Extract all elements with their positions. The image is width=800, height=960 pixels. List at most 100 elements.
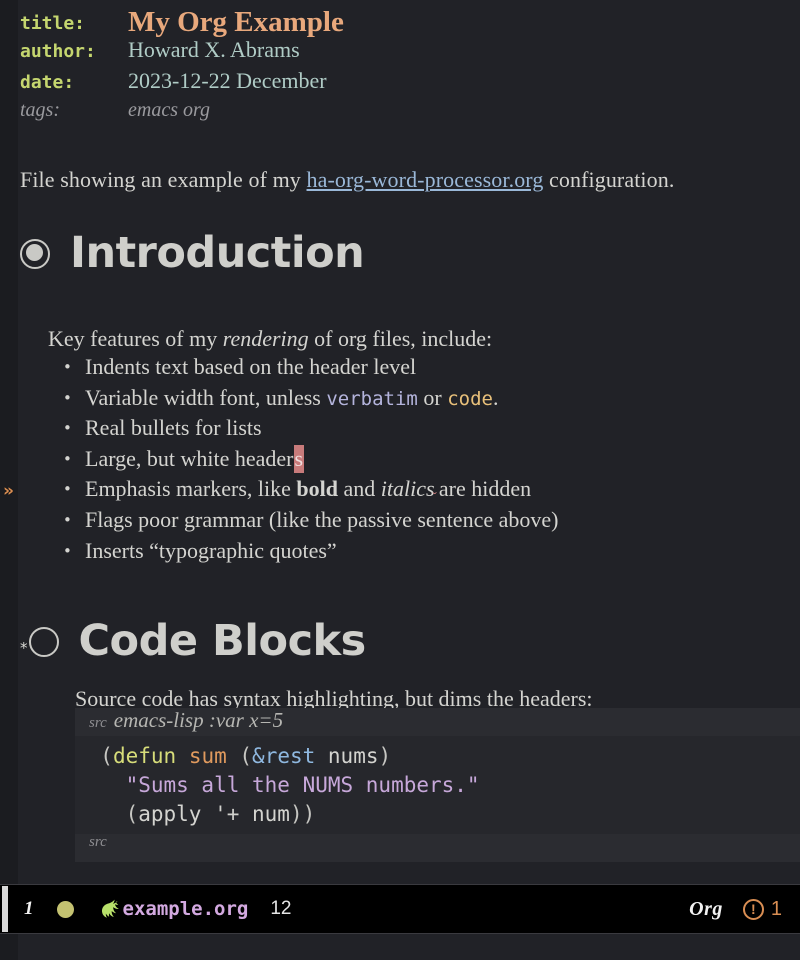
org-buffer[interactable]: title: My Org Example author: Howard X. … [18, 0, 800, 884]
org-link-ha-org-word-processor[interactable]: ha-org-word-processor.org [307, 167, 544, 192]
modeline-column-number: 12 [270, 898, 292, 919]
intro-text-before: File showing an example of my [20, 167, 307, 192]
src-block-end-line: src [75, 834, 800, 862]
key-features-paragraph: Key features of my rendering of org file… [48, 326, 492, 352]
keyword-row-tags: tags: emacs org [20, 99, 790, 130]
src-begin-keyword: src [89, 715, 107, 731]
list-item: • Inserts “typographic quotes” [63, 536, 558, 567]
heading-code-blocks-label: Code Blocks [78, 616, 367, 666]
code-token: ( [226, 744, 253, 768]
list-item-text: Inserts “typographic quotes” [85, 537, 337, 563]
modeline-window-number[interactable]: 1 [24, 898, 34, 920]
heading-bullet-filled-ring-icon [20, 238, 50, 269]
key-features-italic: rendering [222, 326, 309, 351]
keyword-row-title: title: My Org Example [20, 6, 790, 37]
list-item: • Indents text based on the header level [63, 352, 558, 383]
modeline-buffer-name[interactable]: example.org [123, 898, 249, 920]
list-bullet-icon: • [63, 388, 72, 407]
list-bullet-icon: • [63, 541, 72, 560]
bold-span: bold [296, 476, 338, 502]
list-item-text: Variable width font, unless [85, 384, 327, 410]
code-line: (defun sum (&rest nums) [75, 742, 800, 771]
keyword-label-author: author: [20, 41, 96, 62]
heading-leading-star: * [20, 638, 28, 657]
document-title: My Org Example [128, 6, 344, 38]
code-line: "Sums all the NUMS numbers." [75, 771, 800, 800]
list-item-text: Real bullets for lists [85, 415, 262, 441]
heading-code-blocks[interactable]: * Code Blocks [20, 620, 366, 663]
list-item: • Variable width font, unless verbatim or… [63, 383, 558, 414]
src-block-body[interactable]: (defun sum (&rest nums) "Sums all the NU… [75, 736, 800, 834]
heading-bullet-hollow-ring-icon [28, 626, 59, 657]
keyword-label-title: title: [20, 13, 86, 34]
list-item-text: or [417, 384, 448, 410]
keyword-label-date: date: [20, 72, 75, 93]
org-keyword-header: title: My Org Example author: Howard X. … [20, 6, 790, 130]
list-item-text: Indents text based on the header level [85, 354, 417, 379]
code-token: )) [289, 802, 316, 826]
modeline-right-section: Org ! 1 [689, 898, 800, 921]
code-token: apply [138, 802, 215, 826]
list-item-text: and [338, 476, 381, 502]
list-bullet-icon: • [63, 480, 72, 499]
echo-area-fringe [0, 934, 18, 960]
feature-list: • Indents text based on the header level … [63, 352, 558, 566]
src-block-begin-line: src emacs-lisp :var x=5 [75, 708, 800, 736]
list-item: • Real bullets for lists [63, 413, 558, 444]
list-item: • Large, but white headers [63, 444, 558, 475]
gnu-head-icon [101, 899, 119, 918]
code-span: code [447, 387, 493, 410]
keyword-row-author: author: Howard X. Abrams [20, 37, 790, 68]
italic-span: italics [380, 476, 435, 502]
keyword-label-tags: tags: [20, 99, 60, 121]
heading-introduction-label: Introduction [70, 228, 365, 278]
verbatim-span: verbatim [326, 387, 418, 410]
keyword-row-date: date: 2023-12-22 December [20, 68, 790, 99]
intro-paragraph: File showing an example of my ha-org-wor… [20, 167, 674, 193]
list-item: • Flags poor grammar (like the passive se… [63, 505, 558, 536]
emacs-frame: » title: My Org Example author: Howard X… [0, 0, 800, 960]
modeline-warning-count[interactable]: 1 [771, 898, 782, 921]
code-token: defun [112, 744, 177, 768]
code-token: "Sums all the NUMS numbers." [75, 773, 480, 797]
document-author: Howard X. Abrams [128, 37, 300, 62]
heading-introduction[interactable]: Introduction [20, 228, 365, 278]
code-token: ) [378, 744, 392, 768]
code-token: ( [75, 802, 139, 826]
list-item: • Emphasis markers, like bold and italics… [63, 474, 558, 505]
src-end-keyword: src [89, 834, 107, 850]
src-block-header-args: emacs-lisp :var x=5 [113, 708, 284, 732]
key-features-before: Key features of my [48, 326, 223, 351]
list-bullet-icon: • [63, 449, 72, 468]
code-token: &rest [252, 744, 316, 768]
list-item-text: . [492, 384, 499, 410]
list-item-text: are hidden [438, 476, 532, 502]
grammar-caret-icon: ˇ [432, 489, 437, 505]
modeline-major-mode[interactable]: Org [689, 898, 723, 921]
code-token: ( [75, 744, 113, 768]
list-item-text: Large, but white header [85, 445, 294, 471]
list-bullet-icon: • [63, 510, 72, 529]
key-features-after: of org files, include: [308, 326, 493, 351]
warning-circle-icon[interactable]: ! [742, 898, 764, 920]
list-item-text: Flags poor grammar (like the passive sen… [85, 506, 559, 532]
fringe-continuation-icon: » [3, 481, 14, 501]
list-bullet-icon: • [63, 358, 72, 376]
list-item-text: Emphasis markers, like [85, 476, 297, 502]
modeline[interactable]: 1 example.org 12 Org ! 1 [0, 884, 800, 934]
document-tags: emacs org [128, 99, 211, 121]
echo-area[interactable] [18, 934, 800, 960]
code-token: nums [315, 744, 379, 768]
spellcheck-highlight: s [293, 444, 305, 473]
modeline-status-dot-icon[interactable] [56, 900, 74, 918]
code-line: (apply '+ num)) [75, 800, 800, 829]
code-token: '+ [214, 802, 240, 826]
document-date: 2023-12-22 December [128, 68, 327, 93]
list-bullet-icon: • [63, 419, 72, 438]
code-token: sum [188, 744, 227, 768]
code-token: num [239, 802, 290, 826]
intro-text-after: configuration. [543, 167, 675, 192]
modeline-left-section: 1 example.org 12 [8, 898, 689, 920]
left-fringe [0, 0, 18, 884]
